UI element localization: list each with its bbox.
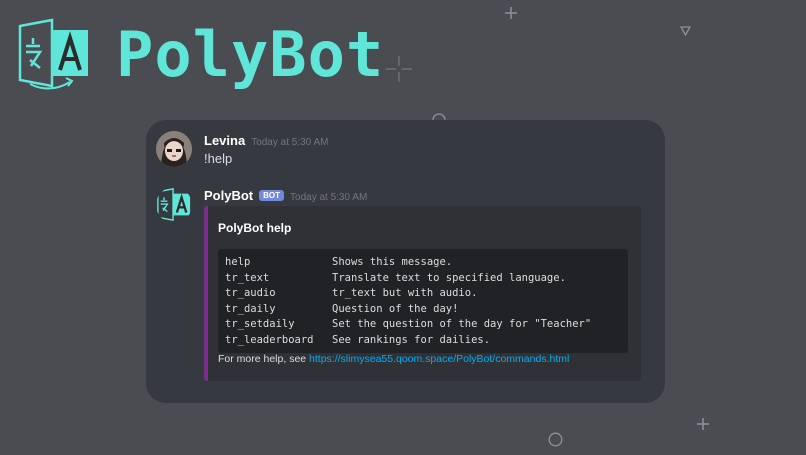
embed-footer: For more help, see https://slimysea55.qo… bbox=[218, 353, 569, 365]
user-avatar[interactable] bbox=[156, 131, 192, 167]
command-description: Translate text to specified language. bbox=[332, 271, 566, 284]
username[interactable]: Levina bbox=[204, 133, 245, 148]
crosshair-decoration-icon bbox=[386, 56, 412, 82]
command-name: tr_setdaily bbox=[225, 318, 295, 330]
commands-link[interactable]: https://slimysea55.qoom.space/PolyBot/co… bbox=[309, 353, 569, 365]
timestamp: Today at 5:30 AM bbox=[290, 192, 368, 203]
translate-icon bbox=[18, 18, 88, 90]
command-name: help bbox=[225, 256, 251, 268]
plus-decoration-icon bbox=[697, 418, 709, 430]
command-name: tr_daily bbox=[225, 302, 276, 315]
command-name: tr_leaderboard bbox=[225, 333, 314, 346]
bot-avatar[interactable] bbox=[156, 187, 192, 223]
command-row: tr_leaderboard See rankings for dailies. bbox=[225, 333, 621, 349]
command-row: tr_daily Question of the day! bbox=[225, 302, 621, 318]
command-list: help Shows this message. tr_text Translate … bbox=[218, 249, 628, 353]
message-text: !help bbox=[204, 151, 233, 166]
message-header: Levina Today at 5:30 AM bbox=[204, 133, 328, 148]
command-row: help Shows this message. bbox=[225, 255, 621, 271]
command-row: tr_text Translate text to specified langu… bbox=[225, 271, 621, 287]
command-description: Set the question of the day for "Teacher… bbox=[332, 318, 592, 330]
username[interactable]: PolyBot bbox=[204, 188, 253, 203]
help-embed: PolyBot help help Shows this message. tr_t… bbox=[204, 206, 641, 381]
command-description: tr_text but with audio. bbox=[332, 287, 478, 299]
command-description: See rankings for dailies. bbox=[332, 333, 491, 346]
bot-badge: BOT bbox=[259, 190, 285, 201]
command-name: tr_text bbox=[225, 271, 270, 284]
message-header: PolyBot BOT Today at 5:30 AM bbox=[204, 188, 367, 203]
command-row: tr_audio tr_text but with audio. bbox=[225, 286, 621, 302]
timestamp: Today at 5:30 AM bbox=[251, 137, 329, 148]
command-description: Question of the day! bbox=[332, 302, 459, 315]
triangle-decoration-icon bbox=[680, 26, 691, 36]
plus-decoration-icon bbox=[505, 7, 517, 19]
command-name: tr_audio bbox=[225, 287, 276, 299]
command-row: tr_setdaily Set the question of the day f… bbox=[225, 317, 621, 333]
brand-title: PolyBot bbox=[116, 18, 385, 91]
command-description: Shows this message. bbox=[332, 256, 453, 268]
chat-window: Levina Today at 5:30 AM !help PolyBot BO… bbox=[146, 120, 665, 403]
footer-text: For more help, see bbox=[218, 353, 310, 365]
circle-decoration-icon bbox=[548, 432, 563, 447]
embed-title: PolyBot help bbox=[218, 221, 292, 235]
